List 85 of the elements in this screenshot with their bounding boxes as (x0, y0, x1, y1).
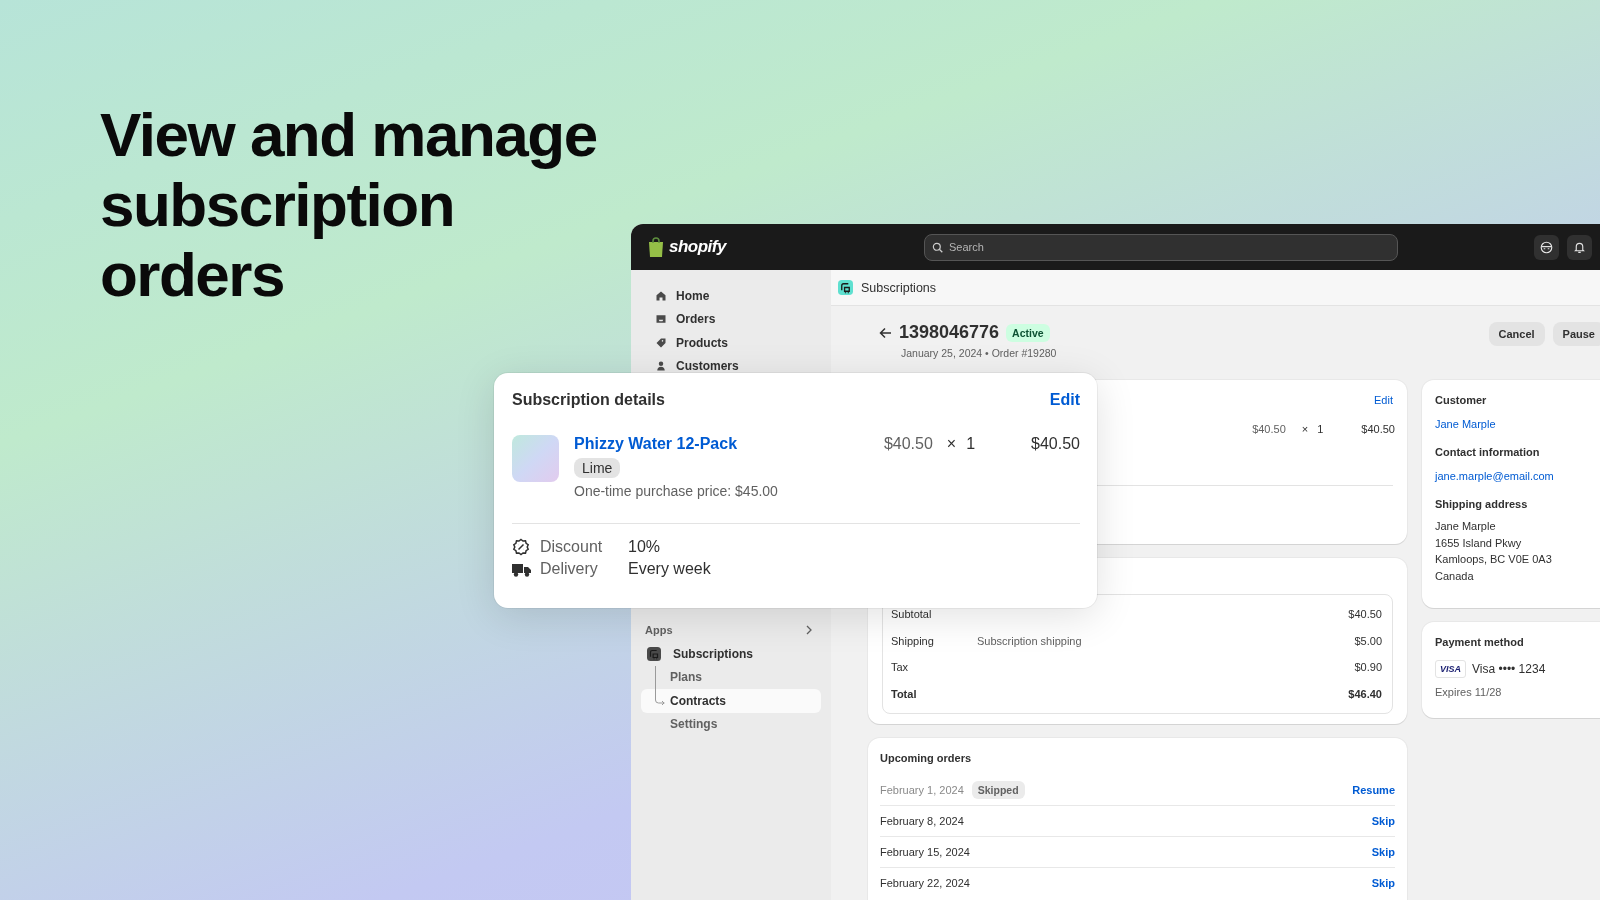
order-action-link[interactable]: Skip (1371, 846, 1395, 858)
bell-icon (1573, 240, 1586, 254)
shopping-bag-logo-icon (647, 237, 665, 257)
section-heading: Shipping address (1435, 498, 1529, 510)
back-arrow-icon[interactable] (879, 326, 892, 339)
skipped-badge: Skipped (971, 780, 1025, 799)
line-total: $40.50 (1031, 435, 1080, 453)
order-date: February 1, 2024 (880, 783, 964, 796)
app-title: Subscriptions (861, 280, 937, 295)
address-line: Jane Marple (1435, 519, 1497, 534)
action-button[interactable]: Pause (1552, 322, 1600, 346)
summary-detail: Subscription shipping (977, 634, 1083, 647)
section-heading: Payment method (1435, 636, 1525, 648)
unit-price: $40.50 (883, 435, 933, 453)
sidebar-subitem[interactable]: Plans (641, 665, 821, 689)
section-heading: Customer (1435, 394, 1488, 406)
summary-label: Subtotal (891, 608, 933, 621)
times-sign: × (1301, 423, 1309, 435)
contract-number: 1398046776 (899, 322, 1000, 343)
times-sign: × (946, 435, 957, 453)
logo-text: shopify (669, 237, 726, 257)
summary-amount: $5.00 (1354, 634, 1382, 647)
app-icon (838, 280, 853, 295)
summary-amount: $40.50 (1348, 608, 1382, 621)
address-line: Canada (1435, 568, 1475, 584)
product-image (512, 435, 559, 482)
store-button[interactable] (1534, 234, 1559, 260)
discount-badge-icon (512, 538, 530, 556)
popup-title: Subscription details (512, 391, 665, 409)
order-action-link[interactable]: Resume (1352, 783, 1395, 796)
summary-amount: $0.90 (1354, 661, 1382, 674)
address-line: 1655 Island Pkwy (1435, 535, 1523, 551)
sidebar-item[interactable]: Home (641, 284, 821, 308)
product-name-link[interactable]: Phizzy Water 12-Pack (574, 435, 738, 453)
term-label: Discount (540, 538, 604, 556)
term-value: 10% (628, 538, 662, 556)
order-date: February 8, 2024 (880, 815, 964, 827)
purchase-note: One-time purchase price: $45.00 (574, 483, 778, 499)
address-line: Kamloops, BC V0E 0A3 (1435, 552, 1553, 567)
apps-link[interactable]: Apps (641, 618, 821, 642)
truck-icon (512, 561, 531, 577)
tag-icon (655, 336, 667, 349)
summary-label: Shipping (891, 634, 935, 647)
sidebar-subitem[interactable]: Settings (641, 712, 821, 736)
inbox-icon (655, 313, 667, 326)
action-button[interactable]: Cancel (1488, 322, 1545, 346)
search-icon (932, 241, 943, 253)
variant-badge: Lime (574, 458, 621, 478)
app-icon (647, 646, 661, 661)
summary-amount: $46.40 (1348, 687, 1382, 700)
order-action-link[interactable]: Skip (1371, 815, 1395, 827)
card-expiry: Expires 11/28 (1435, 686, 1503, 698)
card-number: Visa •••• 1234 (1472, 662, 1546, 676)
person-icon (655, 360, 667, 373)
sidebar-item[interactable]: Products (641, 331, 821, 355)
edit-link[interactable]: Edit (1049, 391, 1080, 409)
unit-price: $40.50 (1252, 423, 1286, 435)
contract-subtitle: January 25, 2024 • Order #19280 (901, 347, 1057, 359)
notifications-button[interactable] (1567, 234, 1592, 260)
edit-link[interactable]: Edit (1374, 394, 1393, 406)
order-action-link[interactable]: Skip (1371, 877, 1395, 889)
summary-label: Total (891, 687, 918, 700)
mask-icon (1540, 240, 1553, 254)
sidebar-subitem[interactable]: Contracts (641, 689, 821, 713)
card-title: Upcoming orders (880, 752, 973, 764)
status-badge: Active (1006, 323, 1050, 342)
headline: View and manage subscription orders (100, 100, 598, 310)
sidebar-item[interactable]: Customers (641, 354, 821, 378)
chevron-right-icon (805, 625, 813, 635)
order-date: February 22, 2024 (880, 877, 970, 889)
search-field[interactable]: Search (924, 233, 1398, 261)
quantity: 1 (966, 435, 976, 453)
customer-link[interactable]: Jane Marple (1435, 418, 1496, 430)
quantity: 1 (1317, 423, 1324, 435)
customer-link[interactable]: jane.marple@email.com (1435, 470, 1554, 482)
summary-label: Tax (891, 661, 910, 674)
sidebar-item[interactable]: Orders (641, 307, 821, 331)
section-heading: Contact information (1435, 446, 1541, 458)
term-label: Delivery (540, 560, 599, 578)
order-date: February 15, 2024 (880, 846, 970, 858)
home-icon (655, 289, 667, 302)
line-total: $40.50 (1361, 423, 1395, 435)
term-value: Every week (628, 560, 712, 578)
sidebar-item[interactable]: Subscriptions (641, 642, 821, 666)
card-brand-logo: VISA (1435, 660, 1466, 678)
